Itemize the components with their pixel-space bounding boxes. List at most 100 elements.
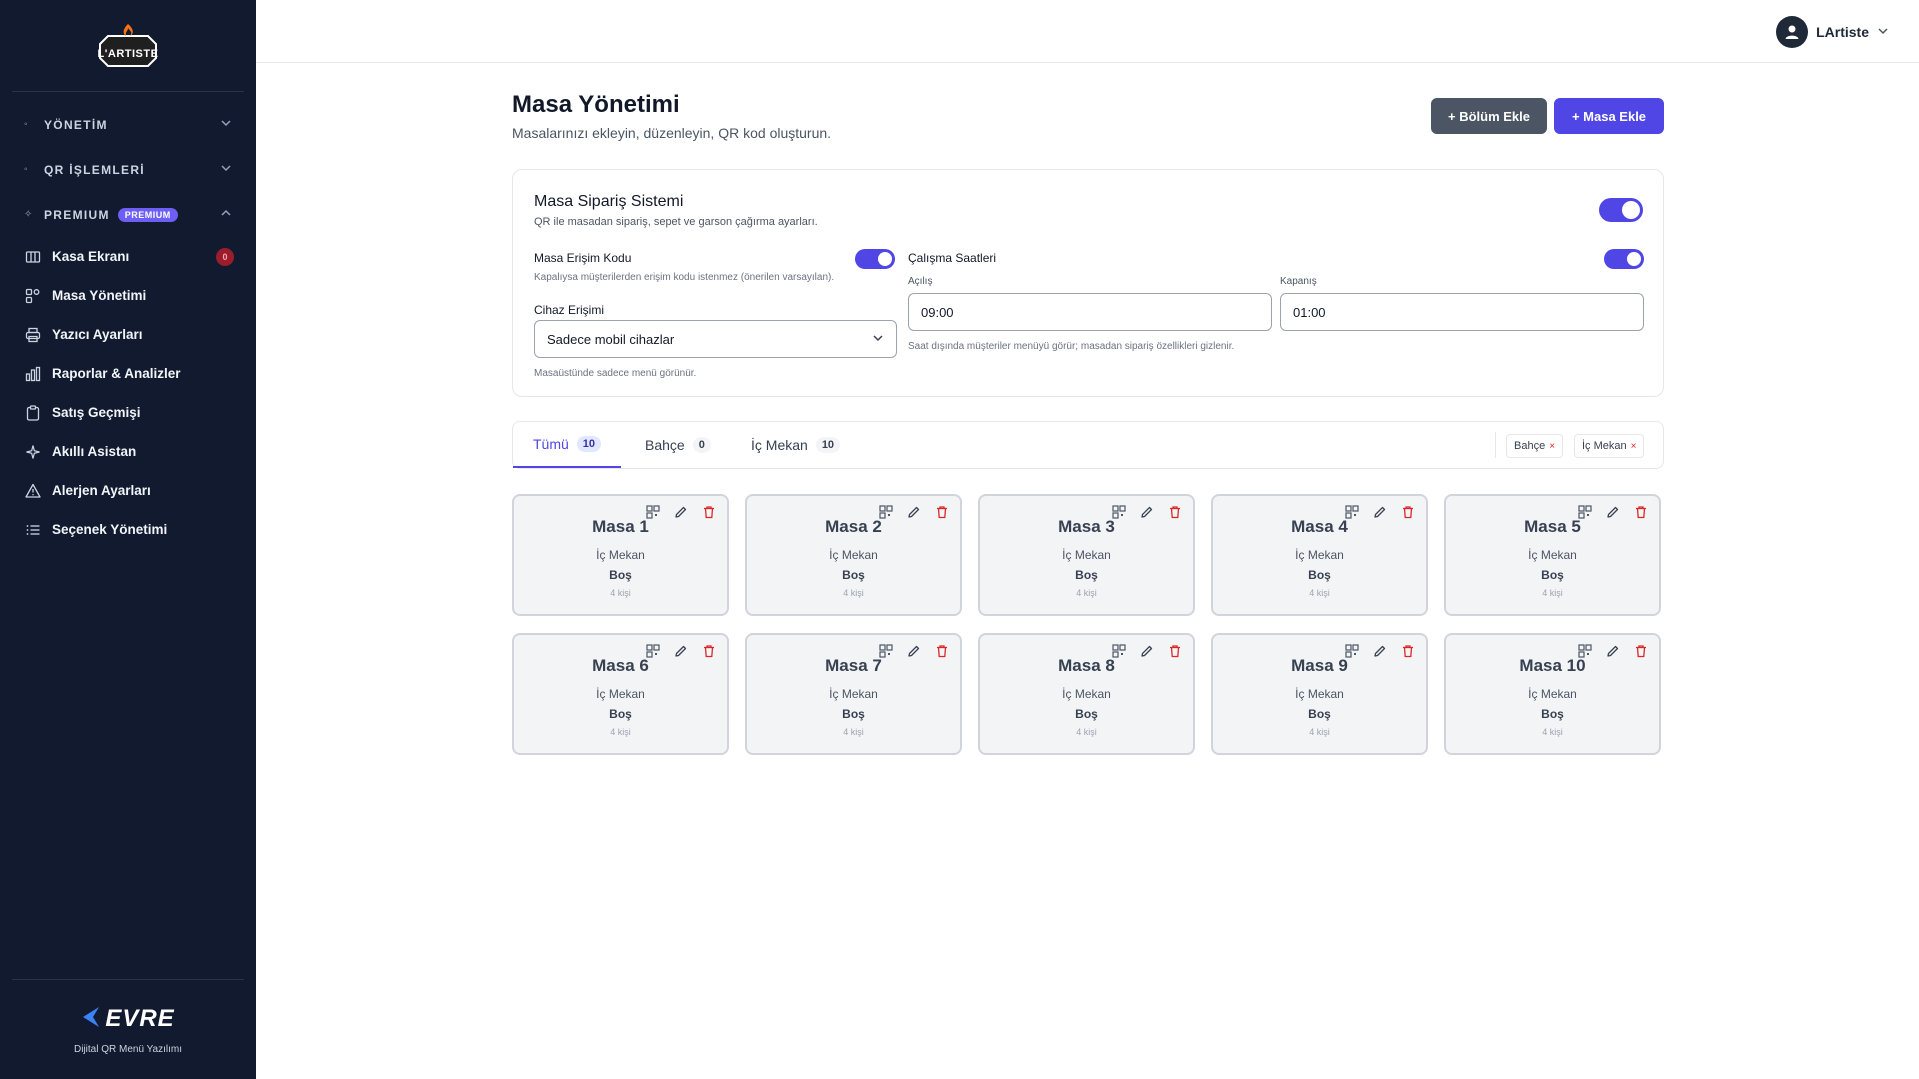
table-name: Masa 6: [592, 656, 649, 675]
tab-label: İç Mekan: [751, 437, 808, 453]
table-status: Boş: [1308, 568, 1331, 582]
table-name: Masa 5: [1524, 517, 1581, 536]
table-status: Boş: [842, 568, 865, 582]
sidebar-item-label: Masa Yönetimi: [52, 288, 147, 303]
table-card[interactable]: Masa 4 İç Mekan Boş 4 kişi: [1211, 494, 1428, 616]
table-capacity: 4 kişi: [843, 727, 864, 737]
table-capacity: 4 kişi: [1076, 588, 1097, 598]
sidebar-item-akilli-asistan[interactable]: Akıllı Asistan: [0, 432, 256, 471]
clipboard-icon: [24, 404, 42, 422]
table-card[interactable]: Masa 7 İç Mekan Boş 4 kişi: [745, 633, 962, 755]
nav-section-yonetim[interactable]: ◦ YÖNETİM: [0, 102, 256, 147]
table-name: Masa 4: [1291, 517, 1348, 536]
table-card[interactable]: Masa 10 İç Mekan Boş 4 kişi: [1444, 633, 1661, 755]
sidebar-item-label: Kasa Ekranı: [52, 249, 130, 264]
sidebar-item-label: Satış Geçmişi: [52, 405, 141, 420]
brand-logo[interactable]: L'ARTISTE: [12, 0, 244, 92]
sidebar-item-raporlar[interactable]: Raporlar & Analizler: [0, 354, 256, 393]
evre-logo[interactable]: EVRE: [81, 1005, 174, 1034]
table-card[interactable]: Masa 9 İç Mekan Boş 4 kişi: [1211, 633, 1428, 755]
filter-chip-ic-mekan[interactable]: İç Mekan ×: [1574, 434, 1645, 458]
table-section: İç Mekan: [829, 548, 878, 562]
tab-bahce[interactable]: Bahçe 0: [645, 422, 711, 468]
footer-tagline: Dijital QR Menü Yazılımı: [74, 1043, 182, 1055]
working-hours-hint: Saat dışında müşteriler menüyü görür; ma…: [908, 341, 1235, 352]
user-name: LArtiste: [1816, 24, 1869, 40]
closing-label: Kapanış: [1280, 276, 1317, 287]
table-capacity: 4 kişi: [1542, 588, 1563, 598]
tab-ic-mekan[interactable]: İç Mekan 10: [751, 422, 841, 468]
table-section: İç Mekan: [829, 687, 878, 701]
table-name: Masa 10: [1519, 656, 1586, 675]
topbar: LArtiste: [256, 0, 1919, 63]
opening-time-value: 09:00: [921, 304, 954, 320]
tab-count: 10: [576, 436, 602, 452]
order-system-subtitle: QR ile masadan sipariş, sepet ve garson …: [534, 216, 818, 228]
table-section: İç Mekan: [1062, 687, 1111, 701]
nav-section-premium[interactable]: ✧ PREMIUM PREMIUM: [0, 192, 256, 237]
sparkle-icon: ✧: [24, 209, 34, 220]
opening-label: Açılış: [908, 276, 933, 287]
add-section-button[interactable]: + Bölüm Ekle: [1431, 98, 1547, 134]
add-table-button[interactable]: + Masa Ekle: [1554, 98, 1664, 134]
close-icon[interactable]: ×: [1631, 441, 1637, 452]
nav-section-label: YÖNETİM: [44, 117, 108, 132]
table-card[interactable]: Masa 3 İç Mekan Boş 4 kişi: [978, 494, 1195, 616]
access-code-toggle[interactable]: [855, 249, 895, 269]
sidebar-item-label: Alerjen Ayarları: [52, 483, 151, 498]
sidebar-item-masa-yonetimi[interactable]: Masa Yönetimi: [0, 276, 256, 315]
sparkle-icon: [24, 443, 42, 461]
opening-time-input[interactable]: 09:00: [908, 293, 1272, 331]
sidebar-item-secenek-yonetimi[interactable]: Seçenek Yönetimi: [0, 510, 256, 549]
table-card[interactable]: Masa 8 İç Mekan Boş 4 kişi: [978, 633, 1195, 755]
user-avatar-icon: [1776, 16, 1809, 48]
section-tabs: Tümü 10 Bahçe 0 İç Mekan 10 Bahçe × İç M…: [512, 421, 1664, 469]
nav-section-label: PREMIUM: [44, 207, 110, 222]
sidebar-item-yazici-ayarlari[interactable]: Yazıcı Ayarları: [0, 315, 256, 354]
table-status: Boş: [1541, 568, 1564, 582]
count-badge: 0: [216, 247, 234, 266]
lartiste-logo-icon: L'ARTISTE: [92, 22, 164, 70]
table-card[interactable]: Masa 5 İç Mekan Boş 4 kişi: [1444, 494, 1661, 616]
chevron-down-icon: [872, 332, 884, 347]
table-section: İç Mekan: [1528, 548, 1577, 562]
chart-icon: [24, 365, 42, 383]
table-name: Masa 8: [1058, 656, 1115, 675]
cash-register-icon: [24, 248, 42, 266]
table-status: Boş: [1541, 707, 1564, 721]
nav-section-qr[interactable]: ◦ QR İŞLEMLERİ: [0, 147, 256, 192]
close-icon[interactable]: ×: [1549, 441, 1555, 452]
page-title: Masa Yönetimi: [512, 91, 680, 118]
device-access-hint: Masaüstünde sadece menü görünür.: [534, 368, 697, 379]
nav-section-label: QR İŞLEMLERİ: [44, 162, 145, 177]
table-name: Masa 3: [1058, 517, 1115, 536]
access-code-hint: Kapalıysa müşterilerden erişim kodu iste…: [534, 272, 835, 283]
tab-count: 0: [692, 437, 711, 453]
sidebar-item-alerjen-ayarlari[interactable]: Alerjen Ayarları: [0, 471, 256, 510]
section-dot-icon: ◦: [24, 164, 29, 175]
sidebar: L'ARTISTE ◦ YÖNETİM ◦ QR İŞLEMLERİ ✧ PRE…: [0, 0, 256, 1079]
closing-time-input[interactable]: 01:00: [1280, 293, 1644, 331]
sidebar-item-label: Akıllı Asistan: [52, 444, 137, 459]
sidebar-item-satis-gecmisi[interactable]: Satış Geçmişi: [0, 393, 256, 432]
filter-chip-bahce[interactable]: Bahçe ×: [1506, 434, 1564, 458]
order-system-toggle[interactable]: [1599, 198, 1643, 222]
sidebar-item-kasa-ekrani[interactable]: Kasa Ekranı 0: [0, 237, 256, 276]
main-content: Masa Yönetimi Masalarınızı ekleyin, düze…: [512, 63, 1664, 755]
table-card[interactable]: Masa 6 İç Mekan Boş 4 kişi: [512, 633, 729, 755]
page-subtitle: Masalarınızı ekleyin, düzenleyin, QR kod…: [512, 125, 832, 141]
table-card[interactable]: Masa 2 İç Mekan Boş 4 kişi: [745, 494, 962, 616]
table-name: Masa 7: [825, 656, 882, 675]
table-card[interactable]: Masa 1 İç Mekan Boş 4 kişi: [512, 494, 729, 616]
tab-all[interactable]: Tümü 10: [513, 422, 622, 468]
device-access-select[interactable]: Sadece mobil cihazlar: [534, 320, 897, 358]
sidebar-footer: EVRE Dijital QR Menü Yazılımı: [12, 979, 244, 1079]
table-capacity: 4 kişi: [843, 588, 864, 598]
user-menu[interactable]: LArtiste: [1776, 16, 1889, 48]
chevron-down-icon: [220, 117, 232, 132]
working-hours-toggle[interactable]: [1604, 249, 1644, 269]
sidebar-item-label: Yazıcı Ayarları: [52, 327, 143, 342]
table-section: İç Mekan: [596, 687, 645, 701]
table-status: Boş: [609, 568, 632, 582]
tab-label: Bahçe: [645, 437, 685, 453]
